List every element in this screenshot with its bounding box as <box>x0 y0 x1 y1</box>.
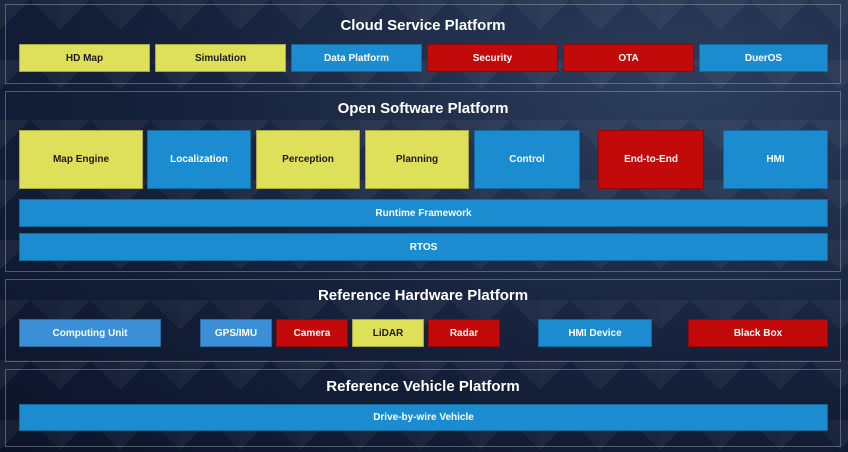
ota-box: OTA <box>563 44 694 72</box>
computing-unit-box: Computing Unit <box>19 319 161 347</box>
localization-box: Localization <box>147 130 251 189</box>
open-software-section: Open Software Platform Map Engine Locali… <box>5 91 841 272</box>
cloud-service-section: Cloud Service Platform HD Map Simulation… <box>5 4 841 84</box>
gps-imu-box: GPS/IMU <box>200 319 272 347</box>
planning-box: Planning <box>365 130 469 189</box>
perception-box: Perception <box>256 130 360 189</box>
runtime-framework-bar: Runtime Framework <box>19 199 828 227</box>
reference-hardware-section: Reference Hardware Platform Computing Un… <box>5 279 841 362</box>
data-platform-box: Data Platform <box>291 44 422 72</box>
simulation-box: Simulation <box>155 44 286 72</box>
lidar-box: LiDAR <box>352 319 424 347</box>
open-software-title: Open Software Platform <box>337 100 509 117</box>
dueros-box: DuerOS <box>699 44 828 72</box>
radar-box: Radar <box>428 319 500 347</box>
hmi-device-box: HMI Device <box>538 319 652 347</box>
map-engine-box: Map Engine <box>19 130 143 189</box>
rtos-bar: RTOS <box>19 233 828 261</box>
camera-box: Camera <box>276 319 348 347</box>
reference-hardware-title: Reference Hardware Platform <box>317 287 529 304</box>
drive-by-wire-vehicle-bar: Drive-by-wire Vehicle <box>19 404 828 431</box>
end-to-end-box: End-to-End <box>598 130 704 189</box>
hd-map-box: HD Map <box>19 44 150 72</box>
reference-vehicle-section: Reference Vehicle Platform Drive-by-wire… <box>5 369 841 447</box>
hmi-box: HMI <box>723 130 828 189</box>
control-box: Control <box>474 130 580 189</box>
cloud-service-title: Cloud Service Platform <box>340 17 506 34</box>
security-box: Security <box>427 44 558 72</box>
black-box-box: Black Box <box>688 319 828 347</box>
reference-vehicle-title: Reference Vehicle Platform <box>326 378 520 395</box>
